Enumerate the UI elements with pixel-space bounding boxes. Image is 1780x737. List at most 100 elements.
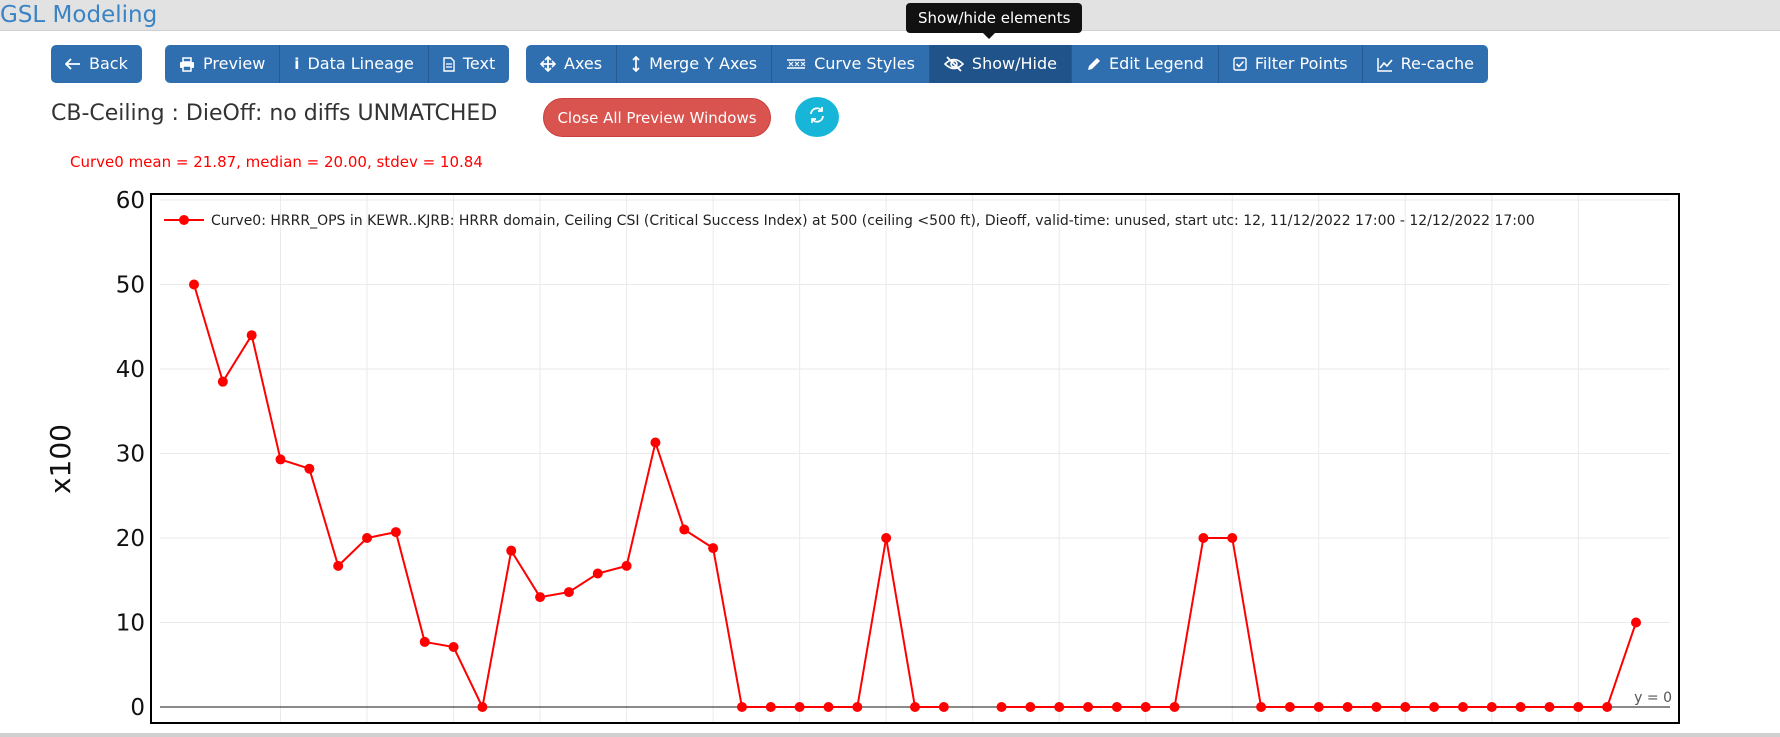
show-hide-label: Show/Hide xyxy=(971,54,1057,73)
data-point[interactable] xyxy=(1371,702,1382,712)
series-line xyxy=(193,284,944,711)
data-point[interactable] xyxy=(910,702,920,712)
check-square-icon xyxy=(1233,57,1247,71)
filter-points-button[interactable]: Filter Points xyxy=(1218,45,1363,83)
line-chart-icon xyxy=(1376,57,1393,72)
legend-label: Curve0: HRRR_OPS in KEWR..KJRB: HRRR dom… xyxy=(211,213,1535,229)
data-point[interactable] xyxy=(1256,702,1267,712)
refresh-button[interactable] xyxy=(795,97,839,137)
y-tick-label: 30 xyxy=(116,442,145,468)
data-point[interactable] xyxy=(592,568,603,579)
data-point[interactable] xyxy=(563,587,574,598)
data-point[interactable] xyxy=(765,702,776,712)
data-point[interactable] xyxy=(1429,702,1440,712)
data-point[interactable] xyxy=(275,454,286,465)
data-point[interactable] xyxy=(1227,533,1238,543)
app-title[interactable]: GSL Modeling xyxy=(0,2,157,28)
data-point[interactable] xyxy=(217,376,228,387)
data-point[interactable] xyxy=(996,702,1007,712)
data-point[interactable] xyxy=(506,545,517,556)
eye-slash-icon xyxy=(943,56,964,72)
arrow-left-icon xyxy=(65,58,81,70)
merge-y-axes-button[interactable]: Merge Y Axes xyxy=(617,45,773,83)
edit-legend-label: Edit Legend xyxy=(1108,54,1204,73)
preview-label: Preview xyxy=(203,54,266,73)
info-icon: i xyxy=(294,55,300,73)
data-point[interactable] xyxy=(1313,702,1324,712)
data-point[interactable] xyxy=(333,560,344,571)
data-point[interactable] xyxy=(1054,702,1065,712)
file-text-icon xyxy=(443,56,455,72)
data-point[interactable] xyxy=(852,702,863,712)
data-point[interactable] xyxy=(246,330,257,341)
back-button[interactable]: Back xyxy=(51,45,142,83)
data-point[interactable] xyxy=(477,702,488,712)
data-point[interactable] xyxy=(1400,702,1411,712)
zero-annotation: y = 0 xyxy=(1634,690,1672,706)
data-lineage-button[interactable]: i Data Lineage xyxy=(280,45,429,83)
preview-group: Preview i Data Lineage Text xyxy=(165,45,510,83)
y-tick-label: 20 xyxy=(116,526,145,552)
data-point[interactable] xyxy=(938,702,949,712)
data-point[interactable] xyxy=(1111,702,1122,712)
back-label: Back xyxy=(89,54,128,73)
y-tick-label: 60 xyxy=(116,188,145,214)
series-group xyxy=(189,279,1641,712)
data-point[interactable] xyxy=(794,702,805,712)
recache-button[interactable]: Re-cache xyxy=(1362,45,1488,83)
data-point[interactable] xyxy=(736,702,747,712)
y-tick-label: 40 xyxy=(116,357,145,383)
data-point[interactable] xyxy=(1544,702,1555,712)
pencil-icon xyxy=(1086,57,1101,72)
data-point[interactable] xyxy=(535,592,546,603)
y-tick-label: 10 xyxy=(116,611,145,637)
y-axis-label: x100 xyxy=(44,424,77,494)
data-point[interactable] xyxy=(1342,702,1353,712)
axes-label: Axes xyxy=(564,54,603,73)
edit-legend-button[interactable]: Edit Legend xyxy=(1071,45,1219,83)
arrows-move-icon xyxy=(540,56,556,72)
data-point[interactable] xyxy=(1198,533,1209,543)
back-group: Back xyxy=(51,45,142,83)
data-point[interactable] xyxy=(419,636,430,647)
data-point[interactable] xyxy=(679,524,690,535)
data-point[interactable] xyxy=(1602,702,1613,712)
data-point[interactable] xyxy=(1631,617,1641,628)
show-hide-tooltip: Show/hide elements xyxy=(906,3,1083,33)
data-point[interactable] xyxy=(1515,702,1526,712)
data-point[interactable] xyxy=(881,533,892,543)
text-button[interactable]: Text xyxy=(428,45,510,83)
data-point[interactable] xyxy=(1025,702,1036,712)
data-point[interactable] xyxy=(823,702,834,712)
curve-styles-button[interactable]: Curve Styles xyxy=(772,45,930,83)
data-point[interactable] xyxy=(1573,702,1584,712)
tooltip-arrow xyxy=(983,33,995,39)
show-hide-button[interactable]: Show/Hide xyxy=(929,45,1072,83)
axes-button[interactable]: Axes xyxy=(526,45,618,83)
data-point[interactable] xyxy=(390,527,401,538)
printer-icon xyxy=(179,56,195,72)
data-point[interactable] xyxy=(362,533,373,543)
preview-button[interactable]: Preview xyxy=(165,45,281,83)
data-point[interactable] xyxy=(304,463,315,474)
y-tick-label: 0 xyxy=(130,695,145,721)
close-all-preview-windows-button[interactable]: Close All Preview Windows xyxy=(543,98,771,137)
data-point[interactable] xyxy=(189,279,199,290)
data-point[interactable] xyxy=(1284,702,1295,712)
data-point[interactable] xyxy=(621,560,632,571)
recache-label: Re-cache xyxy=(1400,54,1474,73)
data-point[interactable] xyxy=(1140,702,1151,712)
data-point[interactable] xyxy=(708,543,719,554)
data-point[interactable] xyxy=(1457,702,1468,712)
bottom-scrollbar[interactable] xyxy=(0,733,1780,737)
y-axis: 0 10 20 30 40 50 60 xyxy=(116,188,145,721)
data-point[interactable] xyxy=(1083,702,1094,712)
data-point[interactable] xyxy=(1486,702,1497,712)
data-point[interactable] xyxy=(448,642,459,653)
legend: Curve0: HRRR_OPS in KEWR..KJRB: HRRR dom… xyxy=(164,213,1535,229)
text-label: Text xyxy=(462,54,496,73)
data-point[interactable] xyxy=(1169,702,1180,712)
arrows-vertical-icon xyxy=(631,56,641,72)
top-navbar: GSL Modeling xyxy=(0,0,1780,31)
data-point[interactable] xyxy=(650,437,661,448)
